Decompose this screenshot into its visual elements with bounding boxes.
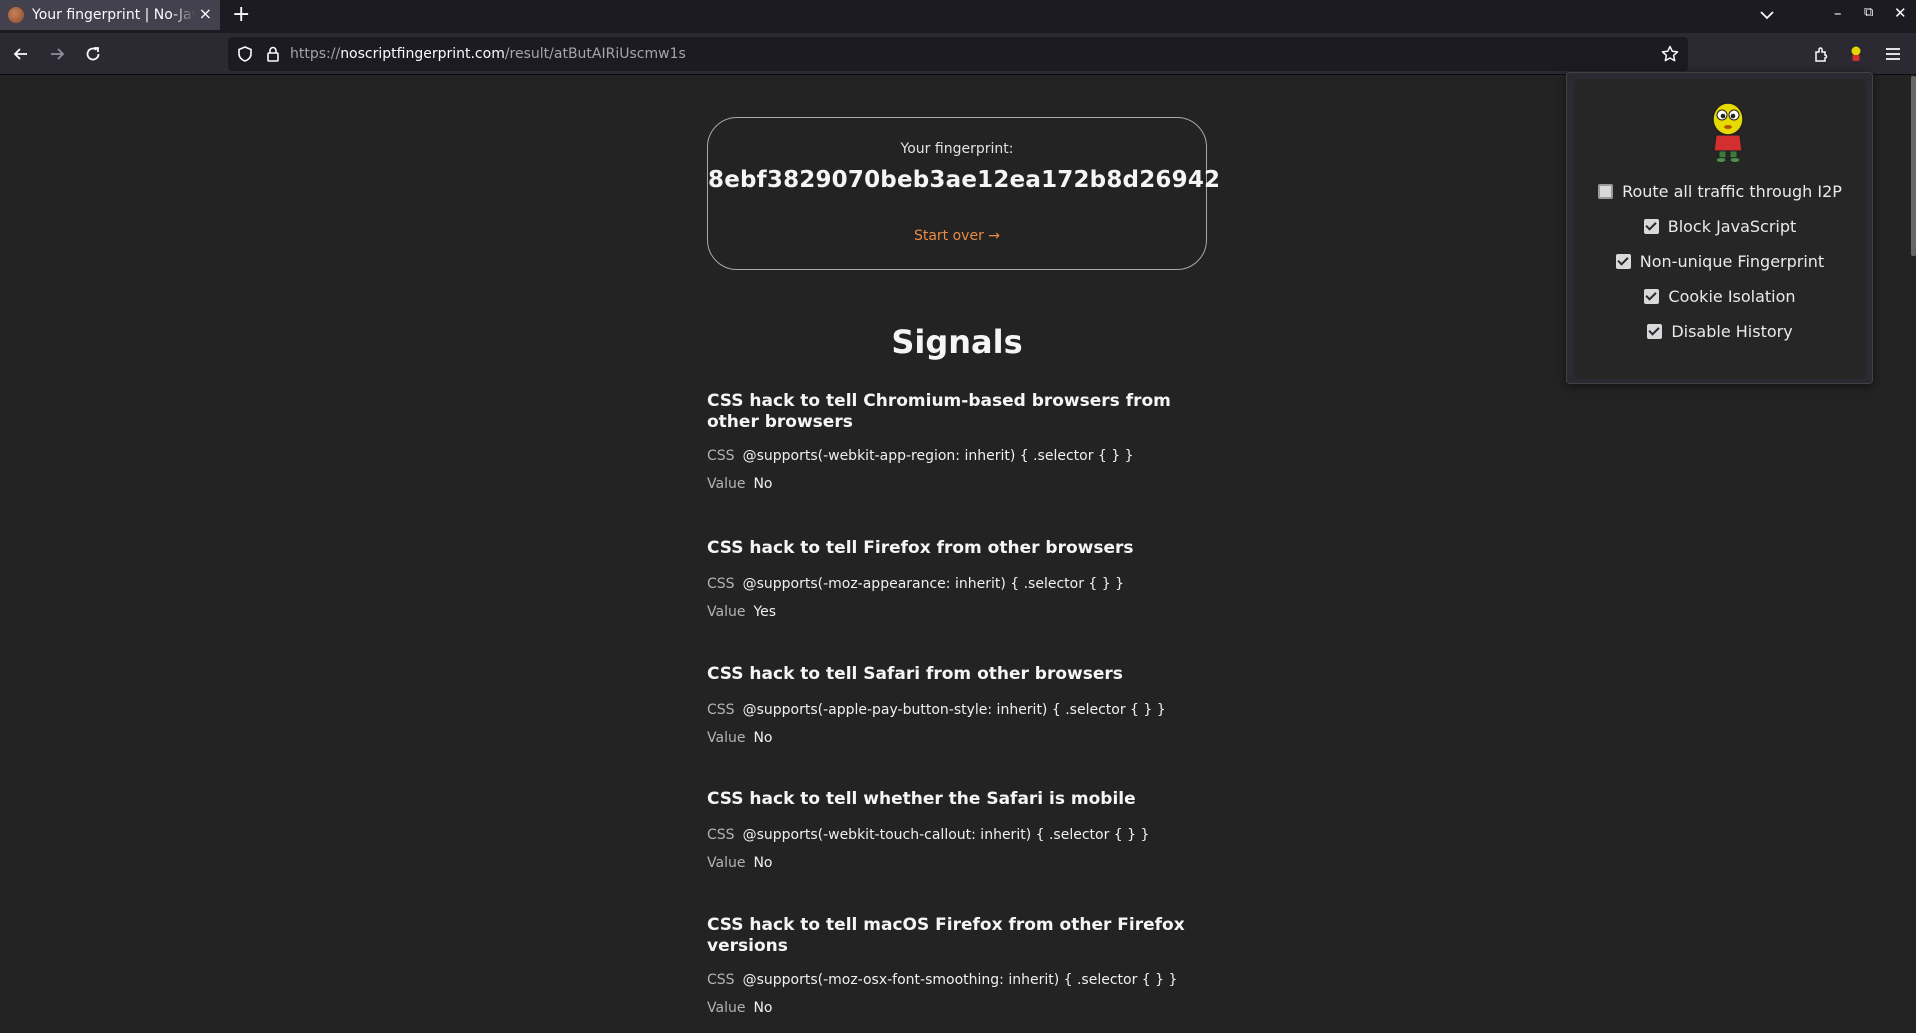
- i2p-mascot-icon: [1712, 102, 1744, 163]
- url-path: /result/atButAIRiUscmw1s: [504, 46, 686, 62]
- minimize-button[interactable]: –: [1834, 3, 1842, 23]
- close-window-button[interactable]: ✕: [1894, 3, 1907, 23]
- signal-title: CSS hack to tell whether the Safari is m…: [707, 789, 1136, 809]
- signal-value-row: Value No: [707, 729, 1207, 747]
- signal-value: Yes: [753, 604, 777, 620]
- signal-css: @supports(-moz-osx-font-smoothing: inher…: [742, 972, 1178, 988]
- browser-window: Your fingerprint | No-JavaScript Fingerp…: [0, 0, 1916, 1033]
- signal-css: @supports(-webkit-touch-callout: inherit…: [742, 827, 1150, 843]
- css-key: CSS: [707, 972, 735, 988]
- extensions-puzzle-icon[interactable]: [1812, 44, 1832, 64]
- tab-close-button[interactable]: ×: [199, 6, 212, 22]
- option-label: Disable History: [1671, 322, 1793, 341]
- start-over-link[interactable]: Start over →: [708, 228, 1206, 244]
- i2p-extension-icon[interactable]: [1846, 44, 1866, 64]
- value-key: Value: [707, 1000, 746, 1016]
- option-label: Non-unique Fingerprint: [1639, 252, 1825, 271]
- signal-value-row: Value Yes: [707, 603, 1207, 621]
- navigation-toolbar: https://noscriptfingerprint.com/result/a…: [0, 33, 1916, 75]
- menu-hamburger-icon[interactable]: [1883, 44, 1903, 64]
- signals-heading: Signals: [891, 323, 1023, 361]
- signal-title: CSS hack to tell macOS Firefox from othe…: [707, 915, 1185, 956]
- css-key: CSS: [707, 702, 735, 718]
- tracking-protection-shield-icon[interactable]: [236, 45, 254, 63]
- value-key: Value: [707, 855, 746, 871]
- signal-item: CSS hack to tell Firefox from other brow…: [707, 538, 1207, 621]
- signal-title: CSS hack to tell Firefox from other brow…: [707, 538, 1134, 558]
- signal-value-row: Value No: [707, 854, 1207, 872]
- signal-css-row: CSS @supports(-webkit-app-region: inherit…: [707, 447, 1207, 465]
- css-key: CSS: [707, 827, 735, 843]
- tab-strip: Your fingerprint | No-JavaScript Fingerp…: [0, 0, 1916, 33]
- option-label: Cookie Isolation: [1668, 287, 1796, 306]
- signal-css: @supports(-apple-pay-button-style: inher…: [742, 702, 1166, 718]
- signal-value-row: Value No: [707, 475, 1207, 493]
- option-non-unique-fingerprint[interactable]: Non-unique Fingerprint: [1574, 252, 1866, 271]
- signal-value-row: Value No: [707, 999, 1207, 1017]
- forward-icon[interactable]: [47, 44, 67, 64]
- signal-css-row: CSS @supports(-apple-pay-button-style: in…: [707, 701, 1207, 719]
- value-key: Value: [707, 604, 746, 620]
- cookie-isolation-checkbox[interactable]: [1644, 289, 1660, 304]
- reload-icon[interactable]: [83, 44, 103, 64]
- route-i2p-checkbox[interactable]: [1598, 184, 1614, 199]
- option-label: Block JavaScript: [1667, 217, 1797, 236]
- i2p-extension-popup: Route all traffic through I2P Block Java…: [1566, 72, 1873, 384]
- disable-history-checkbox[interactable]: [1647, 324, 1663, 339]
- fingerprint-label: Your fingerprint:: [900, 141, 1014, 157]
- signal-value: No: [753, 476, 773, 492]
- back-icon[interactable]: [11, 44, 31, 64]
- new-tab-button[interactable]: +: [232, 3, 250, 27]
- signal-value: No: [753, 730, 773, 746]
- fingerprint-hash: 8ebf3829070beb3ae12ea172b8d26942: [708, 167, 1221, 193]
- value-key: Value: [707, 476, 746, 492]
- site-favicon-icon: [8, 7, 24, 23]
- signal-value: No: [753, 1000, 773, 1016]
- address-bar[interactable]: https://noscriptfingerprint.com/result/a…: [228, 37, 1688, 71]
- list-all-tabs-icon[interactable]: [1757, 5, 1777, 25]
- tab-title: Your fingerprint | No-JavaScript Fingerp…: [32, 7, 196, 23]
- lock-icon[interactable]: [264, 45, 282, 63]
- option-route-i2p[interactable]: Route all traffic through I2P: [1574, 182, 1866, 201]
- url-text[interactable]: https://noscriptfingerprint.com/result/a…: [290, 46, 686, 62]
- option-block-javascript[interactable]: Block JavaScript: [1574, 217, 1866, 236]
- page-scrollbar[interactable]: [1911, 76, 1916, 256]
- tab-active[interactable]: Your fingerprint | No-JavaScript Fingerp…: [0, 0, 220, 30]
- signal-css-row: CSS @supports(-moz-appearance: inherit) {…: [707, 575, 1207, 593]
- signal-item: CSS hack to tell Chromium-based browsers…: [707, 391, 1207, 493]
- fingerprint-card: Your fingerprint: 8ebf3829070beb3ae12ea1…: [707, 117, 1221, 270]
- signal-css: @supports(-moz-appearance: inherit) { .s…: [742, 576, 1125, 592]
- signal-value: No: [753, 855, 773, 871]
- option-cookie-isolation[interactable]: Cookie Isolation: [1574, 287, 1866, 306]
- signal-item: CSS hack to tell macOS Firefox from othe…: [707, 915, 1207, 1017]
- url-host: noscriptfingerprint.com: [340, 46, 505, 62]
- signal-css-row: CSS @supports(-moz-osx-font-smoothing: in…: [707, 971, 1207, 989]
- signal-title: CSS hack to tell Chromium-based browsers…: [707, 391, 1171, 432]
- restore-button[interactable]: ⧉: [1864, 3, 1873, 23]
- non-unique-fingerprint-checkbox[interactable]: [1615, 254, 1631, 269]
- signal-css-row: CSS @supports(-webkit-touch-callout: inhe…: [707, 826, 1207, 844]
- css-key: CSS: [707, 576, 735, 592]
- css-key: CSS: [707, 448, 735, 464]
- bookmark-star-icon[interactable]: [1660, 44, 1680, 64]
- signal-item: CSS hack to tell whether the Safari is m…: [707, 789, 1207, 872]
- option-disable-history[interactable]: Disable History: [1574, 322, 1866, 341]
- popup-panel: Route all traffic through I2P Block Java…: [1574, 79, 1866, 379]
- url-scheme: https://: [290, 46, 341, 62]
- value-key: Value: [707, 730, 746, 746]
- block-javascript-checkbox[interactable]: [1643, 219, 1659, 234]
- option-label: Route all traffic through I2P: [1622, 182, 1842, 201]
- signal-title: CSS hack to tell Safari from other brows…: [707, 664, 1123, 684]
- signal-css: @supports(-webkit-app-region: inherit) {…: [742, 448, 1134, 464]
- signal-item: CSS hack to tell Safari from other brows…: [707, 664, 1207, 747]
